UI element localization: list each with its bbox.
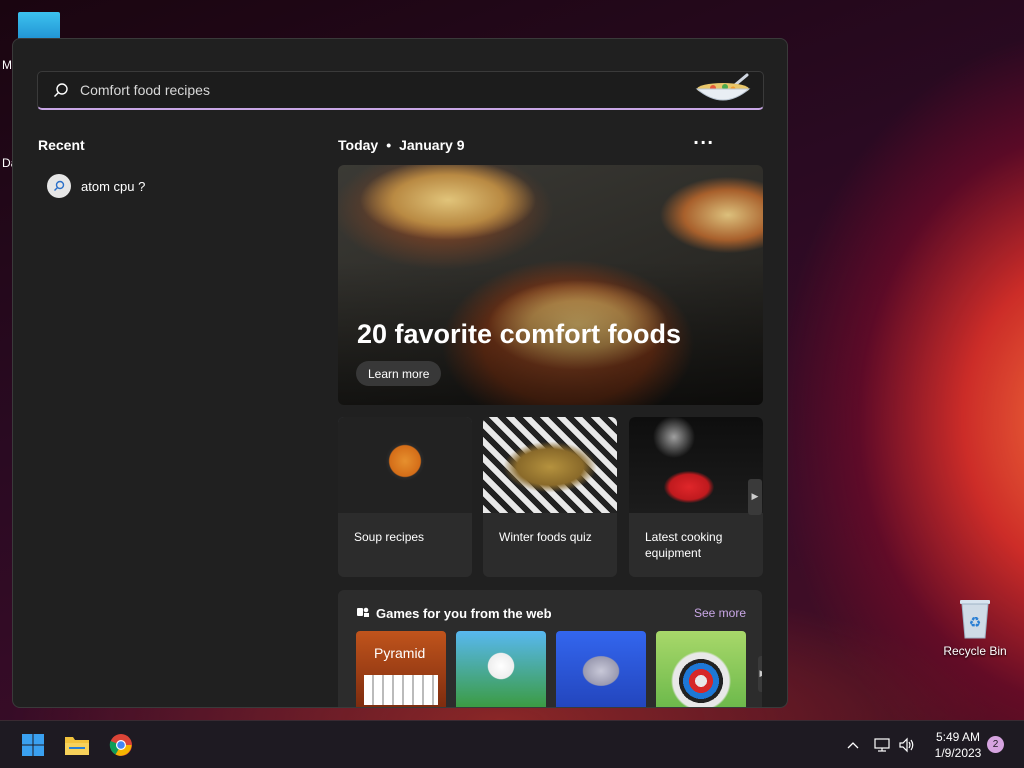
see-more-link[interactable]: See more	[694, 606, 746, 620]
taskbar: 5:49 AM 1/9/2023	[0, 720, 1024, 768]
recycle-bin-label: Recycle Bin	[943, 644, 1007, 658]
search-panel: Recent atom cpu ? Today • January 9 ··· …	[12, 38, 788, 708]
games-icon	[356, 605, 370, 622]
chrome-icon[interactable]	[107, 731, 135, 759]
card-image	[483, 417, 617, 513]
games-section: Games for you from the web See more Pyra…	[338, 590, 762, 707]
search-icon	[47, 174, 71, 198]
start-icon[interactable]	[19, 731, 47, 759]
learn-more-button[interactable]: Learn more	[356, 361, 442, 386]
svg-text:♻: ♻	[969, 615, 982, 631]
card-winter-foods-quiz[interactable]: Winter foods quiz	[483, 417, 617, 577]
card-cooking-equipment[interactable]: Latest cooking equipment	[629, 417, 763, 577]
clock[interactable]: 5:49 AM 1/9/2023	[928, 729, 988, 761]
clock-date: 1/9/2023	[934, 746, 982, 760]
recycle-bin-icon: ♻	[957, 596, 993, 640]
card-caption: Winter foods quiz	[499, 530, 592, 544]
recycle-bin[interactable]: ♻ Recycle Bin	[942, 596, 1008, 658]
desktop-icon-label: M	[2, 58, 12, 72]
card-caption: Latest cooking equipment	[645, 530, 723, 560]
game-golf[interactable]	[456, 631, 546, 707]
chevron-right-icon[interactable]: ▶	[748, 479, 762, 515]
card-soup-recipes[interactable]: Soup recipes	[338, 417, 472, 577]
card-image	[629, 417, 763, 513]
games-heading: Games for you from the web	[356, 605, 552, 622]
soup-bowl-icon	[695, 71, 755, 109]
hero-card[interactable]: 20 favorite comfort foods Learn more	[338, 165, 763, 405]
games-title: Games for you from the web	[376, 606, 552, 621]
volume-icon[interactable]	[898, 721, 916, 768]
today-label: Today	[338, 137, 379, 153]
network-icon[interactable]	[873, 721, 891, 768]
game-cat-match[interactable]	[556, 631, 646, 707]
card-image	[338, 417, 472, 513]
hero-title: 20 favorite comfort foods	[357, 319, 682, 349]
game-pyramid-label: Pyramid	[374, 645, 426, 661]
notification-badge[interactable]: 2	[987, 736, 1004, 753]
file-explorer-icon[interactable]	[63, 731, 91, 759]
more-options-icon[interactable]: ···	[693, 133, 714, 152]
search-icon	[52, 81, 70, 99]
game-archery[interactable]	[656, 631, 746, 707]
recent-heading: Recent	[38, 137, 85, 153]
recent-search-label: atom cpu ?	[81, 178, 146, 194]
today-separator: •	[386, 137, 392, 153]
recent-search-item[interactable]: atom cpu ?	[47, 173, 153, 199]
today-date: January 9	[399, 137, 465, 153]
clock-time: 5:49 AM	[935, 730, 981, 744]
today-header: Today • January 9	[338, 137, 464, 153]
search-box[interactable]	[37, 71, 764, 110]
chevron-right-icon[interactable]: ▶	[758, 656, 762, 692]
chevron-up-icon[interactable]	[846, 721, 860, 768]
game-pyramid[interactable]: Pyramid	[356, 631, 446, 707]
card-caption: Soup recipes	[354, 530, 425, 544]
search-input[interactable]	[80, 82, 695, 98]
